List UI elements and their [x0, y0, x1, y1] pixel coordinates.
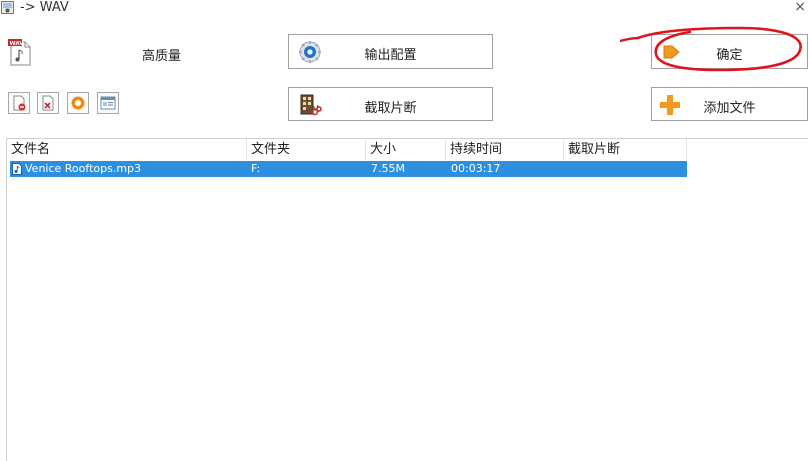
app-icon — [1, 1, 14, 14]
confirm-label: 确定 — [716, 48, 743, 63]
file-info-button[interactable] — [97, 92, 119, 114]
delete-file-icon — [42, 95, 54, 111]
add-file-label: 添加文件 — [703, 101, 756, 116]
window-title: -> WAV — [20, 0, 69, 15]
cell-folder: F: — [251, 162, 261, 175]
clip-segment-button[interactable]: 截取片断 — [288, 87, 493, 121]
remove-file-icon — [13, 95, 26, 111]
clip-segment-label: 截取片断 — [364, 101, 417, 116]
column-header-clip[interactable]: 截取片断 — [564, 139, 687, 160]
column-header-folder[interactable]: 文件夹 — [247, 139, 366, 160]
output-config-label: 输出配置 — [364, 48, 417, 63]
confirm-button[interactable]: 确定 — [651, 34, 808, 69]
wav-file-icon: WAV — [8, 39, 31, 66]
file-list-header: 文件名 文件夹 大小 持续时间 截取片断 — [7, 139, 807, 160]
wav-badge-text: WAV — [10, 41, 25, 47]
play-icon — [71, 96, 85, 110]
add-file-button[interactable]: 添加文件 — [651, 87, 808, 121]
column-header-duration[interactable]: 持续时间 — [446, 139, 564, 160]
column-header-size[interactable]: 大小 — [366, 139, 446, 160]
info-window-icon — [100, 96, 116, 110]
cell-file-name: Venice Rooftops.mp3 — [25, 162, 142, 175]
audio-file-icon — [12, 163, 22, 175]
table-row[interactable]: Venice Rooftops.mp3 F: 7.55M 00:03:17 — [10, 161, 687, 177]
column-header-name[interactable]: 文件名 — [7, 139, 247, 160]
remove-file-button[interactable] — [8, 92, 30, 114]
quality-label: 高质量 — [142, 49, 182, 64]
play-button[interactable] — [67, 92, 89, 114]
output-config-button[interactable]: 输出配置 — [288, 34, 493, 69]
delete-file-button[interactable] — [37, 92, 59, 114]
close-icon[interactable]: × — [794, 0, 806, 15]
file-list[interactable]: 文件名 文件夹 大小 持续时间 截取片断 Venice Rooftops.mp3… — [6, 138, 808, 461]
title-bar: -> WAV × — [0, 0, 808, 18]
cell-size: 7.55M — [371, 162, 405, 175]
cell-duration: 00:03:17 — [451, 162, 501, 175]
